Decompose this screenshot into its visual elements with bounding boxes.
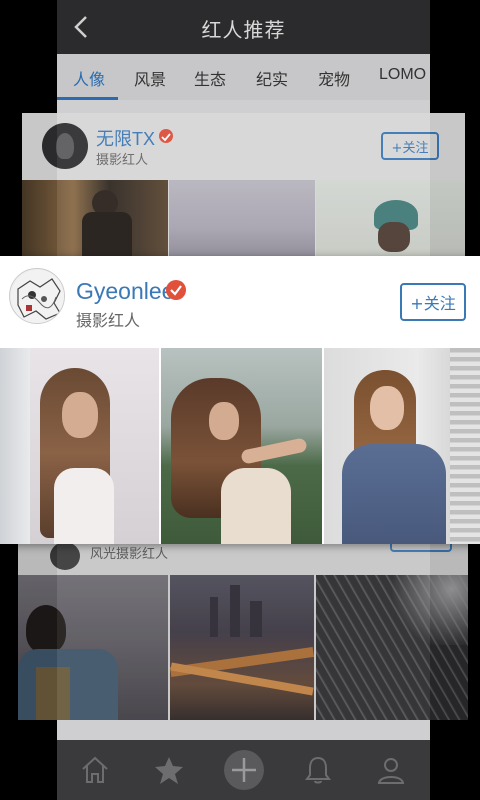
photo-thumbnail[interactable] bbox=[169, 180, 315, 258]
tab-pets[interactable]: 宠物 bbox=[318, 66, 350, 90]
photographer-role: 摄影红人 bbox=[76, 311, 141, 330]
photo-thumbnail[interactable] bbox=[316, 180, 465, 258]
photo-thumbnail[interactable] bbox=[316, 575, 468, 720]
star-icon[interactable] bbox=[153, 754, 185, 786]
photographer-name[interactable]: 无限TX bbox=[96, 125, 155, 151]
photographer-card[interactable]: 无限TX 摄影红人 +关注 bbox=[22, 113, 465, 258]
follow-button[interactable]: +关注 bbox=[400, 283, 466, 321]
tab-portrait[interactable]: 人像 bbox=[73, 66, 105, 90]
tab-landscape[interactable]: 风景 bbox=[134, 66, 166, 90]
photographer-card[interactable]: 风光摄影红人 bbox=[18, 538, 468, 720]
photo-thumbnail[interactable] bbox=[22, 180, 168, 258]
page-title: 红人推荐 bbox=[201, 18, 286, 42]
photo-thumbnail[interactable] bbox=[161, 348, 322, 544]
tab-documentary[interactable]: 纪实 bbox=[256, 66, 288, 90]
follow-button[interactable]: +关注 bbox=[381, 132, 439, 160]
photo-thumbnail[interactable] bbox=[324, 348, 480, 544]
photographer-name[interactable]: Gyeonlee bbox=[76, 278, 174, 305]
tab-lomo[interactable]: LOMO bbox=[379, 66, 426, 84]
avatar[interactable] bbox=[50, 542, 80, 570]
profile-icon[interactable] bbox=[375, 754, 407, 786]
photo-thumbnail[interactable] bbox=[0, 348, 159, 544]
tab-ecology[interactable]: 生态 bbox=[194, 66, 226, 90]
photo-thumbnail[interactable] bbox=[18, 575, 168, 720]
featured-photographer-card[interactable]: Gyeonlee 摄影红人 +关注 bbox=[0, 256, 480, 544]
verified-badge-icon bbox=[159, 129, 173, 143]
home-icon[interactable] bbox=[79, 754, 111, 786]
bottom-navigation bbox=[57, 740, 430, 800]
active-tab-indicator bbox=[57, 97, 118, 100]
photographer-role: 摄影红人 bbox=[96, 153, 149, 168]
add-icon[interactable] bbox=[222, 748, 266, 792]
bell-icon[interactable] bbox=[302, 754, 334, 786]
photographer-role: 风光摄影红人 bbox=[90, 547, 169, 562]
category-tabs: 人像 风景 生态 纪实 宠物 LOMO bbox=[57, 54, 430, 100]
avatar[interactable] bbox=[42, 123, 88, 169]
title-bar: 红人推荐 bbox=[57, 0, 430, 54]
avatar[interactable] bbox=[9, 268, 65, 324]
photo-thumbnail[interactable] bbox=[170, 575, 314, 720]
verified-badge-icon bbox=[166, 280, 186, 300]
